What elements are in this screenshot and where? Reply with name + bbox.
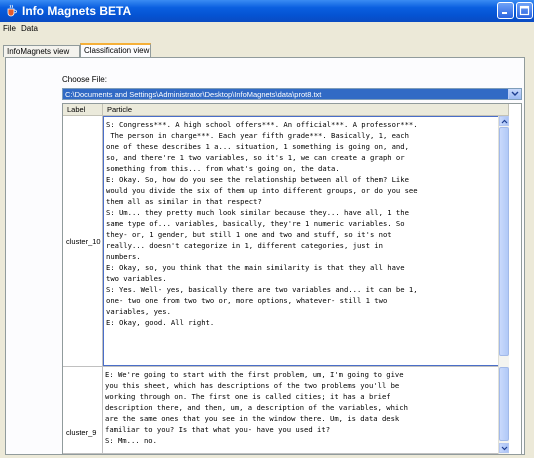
label-cell: cluster_10 <box>63 116 103 366</box>
text-line: two variables. <box>106 274 167 283</box>
text-line: E: Okay. So, how do you see the relation… <box>106 175 409 184</box>
table-row[interactable]: cluster_9 E: We're going to start with t… <box>63 367 509 454</box>
particle-scrollbar[interactable] <box>498 116 509 367</box>
row-label: cluster_10 <box>66 237 101 246</box>
minimize-icon <box>502 12 507 14</box>
text-line: you this sheet, which has descriptions o… <box>105 381 400 390</box>
text-line: they- or, 1 gender, but still 1 one and … <box>106 230 392 239</box>
minimize-button[interactable] <box>497 2 514 19</box>
text-line: S: Um... they pretty much look similar b… <box>106 208 409 217</box>
text-line: E: Okay, good. All right. <box>106 318 215 327</box>
text-line: S: Congress***. A high school offers***.… <box>106 120 418 129</box>
table-row[interactable]: cluster_10 S: Congress***. A high school… <box>63 116 509 367</box>
text-line: description there, and then, um, a descr… <box>105 403 408 412</box>
file-path-value: C:\Documents and Settings\Administrator\… <box>65 90 322 99</box>
menu-bar: File Data <box>0 22 534 36</box>
text-line: S: Mm... no. <box>105 436 157 445</box>
chevron-up-icon <box>501 119 508 124</box>
text-line: same type of... variables, basically, th… <box>106 219 405 228</box>
scroll-thumb[interactable] <box>499 127 509 356</box>
text-line: numbers. <box>106 252 141 261</box>
text-line: one- two one from two two or, more optio… <box>106 296 388 305</box>
text-line: something from this... from what's going… <box>106 164 340 173</box>
text-line: them all as similar in that respect? <box>106 197 262 206</box>
maximize-button[interactable] <box>516 2 533 19</box>
text-line: really... doesn't categorize in 1, diffe… <box>106 241 383 250</box>
text-line: familiar to you? Is that what you- have … <box>105 425 331 434</box>
text-line: are the same ones that you see in the wi… <box>105 414 400 423</box>
text-line: E: We're going to start with the first p… <box>105 370 404 379</box>
tab-bar: InfoMagnets view Classification view <box>0 36 534 58</box>
row-label: cluster_9 <box>66 428 97 437</box>
scroll-down-button[interactable] <box>499 443 509 453</box>
chevron-down-icon <box>501 446 508 451</box>
scroll-thumb[interactable] <box>499 367 509 441</box>
tab-classification-view[interactable]: Classification view <box>80 43 151 58</box>
menu-data[interactable]: Data <box>21 24 38 33</box>
text-line: E: Okay, so, you think that the main sim… <box>106 263 405 272</box>
title-bar[interactable]: Info Magnets BETA <box>0 0 534 22</box>
app-window: Info Magnets BETA File Data InfoMagnets … <box>0 0 534 458</box>
text-line: so, and there're 1 two variables, so it'… <box>106 153 405 162</box>
text-line: S: Yes. Well- yes, basically there are t… <box>106 285 418 294</box>
file-combo-box[interactable]: C:\Documents and Settings\Administrator\… <box>62 88 522 100</box>
text-line: The person in charge***. Each year fifth… <box>106 131 409 140</box>
text-line: variables, yes. <box>106 307 171 316</box>
particle-scrollbar[interactable] <box>498 367 509 454</box>
chevron-down-icon <box>511 91 519 96</box>
text-line: would you divide the six of them up into… <box>106 186 418 195</box>
combo-dropdown-button[interactable] <box>508 89 521 99</box>
menu-file[interactable]: File <box>3 24 16 33</box>
tab-infomagnets-view[interactable]: InfoMagnets view <box>3 45 80 57</box>
text-line: working through on. The first one is cal… <box>105 392 391 401</box>
column-header-particle[interactable]: Particle <box>103 104 509 116</box>
column-header-label[interactable]: Label <box>63 104 103 116</box>
particle-cell[interactable]: S: Congress***. A high school offers***.… <box>103 116 509 366</box>
scroll-up-button[interactable] <box>499 116 509 126</box>
particle-table: Label Particle cluster_10 S: Congress***… <box>62 103 522 455</box>
coffee-cup-icon <box>7 4 17 17</box>
choose-file-label: Choose File: <box>62 75 107 84</box>
maximize-icon <box>519 5 530 16</box>
particle-cell[interactable]: E: We're going to start with the first p… <box>103 367 509 453</box>
text-line: one of these describes 1 a... situation,… <box>106 142 409 151</box>
label-cell: cluster_9 <box>63 367 103 453</box>
window-title: Info Magnets BETA <box>22 4 132 18</box>
